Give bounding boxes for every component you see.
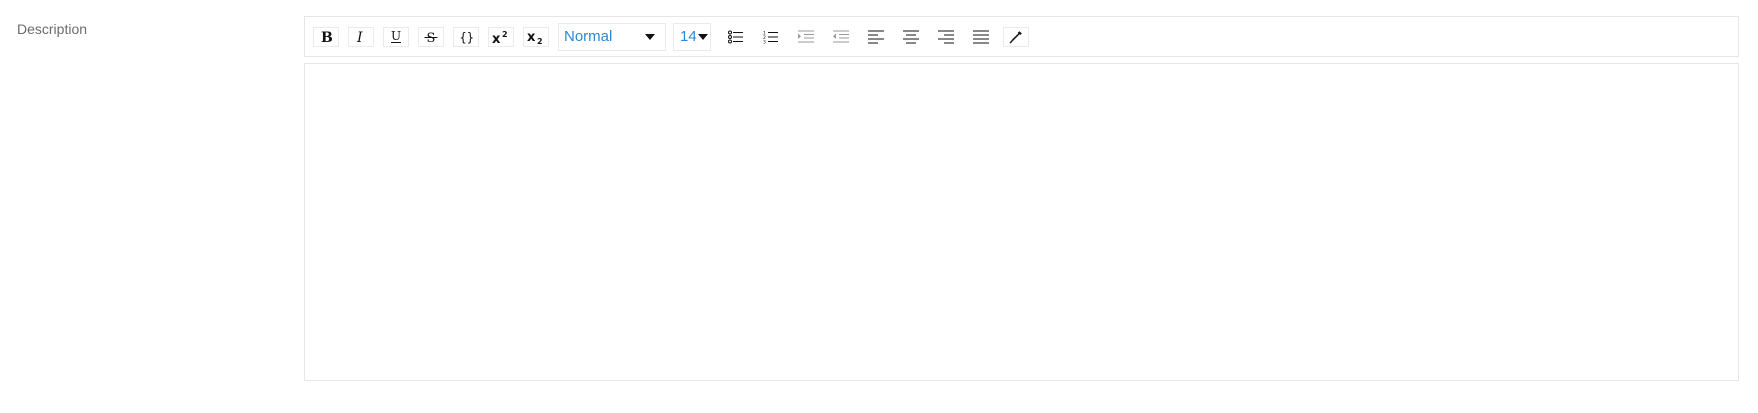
unordered-list-button[interactable]	[723, 26, 749, 47]
ordered-list-button[interactable]: 1 2 3	[758, 26, 784, 47]
align-justify-icon	[973, 30, 989, 44]
italic-button[interactable]: I	[348, 26, 374, 47]
svg-text:I: I	[356, 30, 363, 44]
align-left-icon	[868, 30, 884, 44]
editor-toolbar: B I U S {} x 2 x 2 Normal 14 1 2 3	[304, 16, 1739, 57]
align-center-icon	[903, 30, 919, 44]
align-justify-button[interactable]	[968, 26, 994, 47]
superscript-icon: x2	[492, 30, 510, 44]
indent-icon	[798, 30, 814, 44]
outdent-button[interactable]	[828, 26, 854, 47]
chevron-down-icon	[698, 33, 708, 40]
svg-text:U: U	[391, 29, 401, 43]
color-picker-button[interactable]	[1003, 26, 1029, 47]
code-button[interactable]: {}	[453, 26, 479, 47]
outdent-icon	[833, 30, 849, 44]
font-size-select[interactable]: 14	[673, 22, 711, 51]
strikethrough-icon: S	[424, 30, 438, 44]
font-size-value: 14	[680, 28, 697, 45]
svg-text:{}: {}	[460, 30, 474, 44]
svg-text:x: x	[492, 32, 501, 44]
svg-text:2: 2	[537, 37, 543, 44]
svg-text:x: x	[527, 30, 536, 44]
field-label: Description	[17, 21, 88, 37]
svg-text:B: B	[321, 30, 333, 44]
align-right-icon	[938, 30, 954, 44]
superscript-button[interactable]: x2	[488, 26, 514, 47]
numbered-list-icon: 1 2 3	[763, 30, 779, 44]
underline-icon: U	[389, 29, 403, 44]
rich-text-editor: B I U S {} x 2 x 2 Normal 14 1 2 3	[304, 16, 1739, 381]
strikethrough-button[interactable]: S	[418, 26, 444, 47]
code-braces-icon: {}	[459, 30, 474, 44]
indent-button[interactable]	[793, 26, 819, 47]
align-right-button[interactable]	[933, 26, 959, 47]
subscript-icon: x2	[527, 30, 545, 44]
block-type-value: Normal	[564, 28, 613, 45]
bold-button[interactable]: B	[313, 26, 339, 47]
eyedropper-icon	[1009, 30, 1023, 44]
underline-button[interactable]: U	[383, 26, 409, 47]
chevron-down-icon	[645, 33, 655, 40]
align-center-button[interactable]	[898, 26, 924, 47]
svg-text:3: 3	[763, 39, 766, 44]
editor-content-area[interactable]	[304, 63, 1739, 381]
subscript-button[interactable]: x2	[523, 26, 549, 47]
align-left-button[interactable]	[863, 26, 889, 47]
bold-icon: B	[319, 30, 333, 44]
block-type-select[interactable]: Normal	[558, 22, 666, 51]
italic-icon: I	[354, 30, 368, 44]
svg-text:2: 2	[502, 30, 508, 39]
description-field: Description B I U S {} x 2 x 2 Normal 14…	[0, 0, 1758, 413]
bullet-list-icon	[728, 30, 744, 44]
